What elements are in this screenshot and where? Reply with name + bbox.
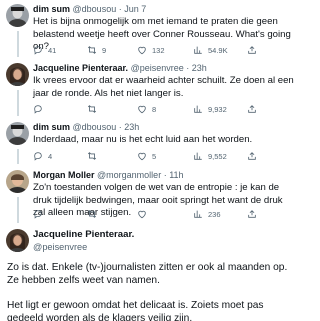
like-button[interactable] (137, 209, 193, 219)
separator-dot: · (118, 122, 122, 132)
share-icon (248, 210, 256, 218)
share-icon (248, 105, 256, 113)
reply-button[interactable] (33, 104, 87, 114)
like-count: 8 (152, 104, 157, 114)
like-icon (138, 46, 146, 55)
share-icon (248, 152, 256, 160)
retweet-button[interactable] (87, 104, 137, 114)
user-handle[interactable]: @dbousou (73, 122, 117, 132)
like-icon (138, 152, 146, 161)
views-icon (194, 105, 202, 113)
like-button[interactable]: 5 (137, 151, 193, 161)
thread-line (17, 90, 19, 116)
main-tweet-text: Zo is dat. Enkele (tv-)journalisten zitt… (7, 261, 292, 321)
like-button[interactable]: 132 (137, 45, 193, 55)
display-name[interactable]: dim sum (33, 122, 70, 132)
reply-button[interactable] (33, 209, 87, 219)
user-handle[interactable]: @morganmoller (97, 170, 161, 180)
views-count: 54.9K (208, 45, 228, 55)
reply-icon (34, 210, 42, 219)
separator-dot: · (118, 4, 122, 14)
retweet-icon (87, 105, 97, 113)
share-button[interactable] (247, 45, 262, 55)
share-button[interactable] (247, 151, 262, 161)
reply-icon (34, 152, 42, 161)
retweet-count: 9 (102, 45, 107, 55)
thread-line (17, 149, 19, 164)
tweet-header: Jacqueline Pienteraar. @peisenvree · 23h (33, 63, 294, 74)
separator-dot: · (186, 63, 190, 73)
views-button[interactable]: 54.9K (193, 45, 247, 55)
views-icon (194, 46, 202, 54)
tweet-header: dim sum @dbousou · Jun 7 (33, 4, 294, 15)
retweet-button[interactable] (87, 151, 137, 161)
action-bar: 41 9 132 54.9K (33, 44, 262, 56)
views-count: 9,932 (208, 104, 227, 114)
main-tweet: Jacqueline Pienteraar. @peisenvree Zo is… (0, 229, 300, 321)
like-icon (138, 210, 146, 219)
action-bar: 236 (33, 208, 262, 220)
avatar[interactable] (6, 4, 29, 27)
retweet-button[interactable]: 9 (87, 45, 137, 55)
thread-line (17, 31, 19, 57)
share-icon (248, 46, 256, 54)
separator-dot: · (163, 170, 167, 180)
avatar[interactable] (6, 122, 29, 145)
timestamp[interactable]: 11h (169, 170, 183, 180)
display-name[interactable]: Morgan Moller (33, 170, 95, 180)
like-count: 132 (152, 45, 165, 55)
user-handle[interactable]: @peisenvree (131, 63, 184, 73)
timestamp[interactable]: 23h (192, 63, 207, 73)
display-name[interactable]: Jacqueline Pienteraar. (33, 229, 134, 241)
avatar[interactable] (6, 63, 29, 86)
user-handle[interactable]: @peisenvree (33, 241, 134, 253)
views-icon (194, 152, 202, 160)
reply-icon (34, 46, 42, 55)
reply-icon (34, 105, 42, 114)
tweet-header: dim sum @dbousou · 23h (33, 122, 294, 133)
views-button[interactable]: 9,552 (193, 151, 247, 161)
like-icon (138, 105, 146, 114)
main-tweet-paragraph-1: Zo is dat. Enkele (tv-)journalisten zitt… (7, 262, 288, 287)
views-button[interactable]: 9,932 (193, 104, 247, 114)
user-handle[interactable]: @dbousou (73, 4, 117, 14)
reply-button[interactable]: 41 (33, 45, 87, 55)
avatar[interactable] (6, 170, 29, 193)
timestamp[interactable]: 23h (124, 122, 139, 132)
timestamp[interactable]: Jun 7 (124, 4, 146, 14)
retweet-icon (87, 46, 97, 54)
display-name[interactable]: Jacqueline Pienteraar. (33, 63, 128, 73)
reply-count: 41 (48, 45, 57, 55)
retweet-icon (87, 210, 97, 218)
like-button[interactable]: 8 (137, 104, 193, 114)
share-button[interactable] (247, 209, 262, 219)
views-count: 9,552 (208, 151, 227, 161)
tweet-text: Ik vrees ervoor dat er waarheid achter s… (33, 75, 294, 99)
tweet-header: Morgan Moller @morganmoller · 11h (33, 170, 294, 181)
reply-count: 4 (48, 151, 53, 161)
like-count: 5 (152, 151, 157, 161)
tweet-thread: dim sum @dbousou · Jun 7 Het is bijna on… (0, 0, 300, 321)
tweet-text: Inderdaad, maar nu is het echt luid aan … (33, 134, 253, 145)
views-button[interactable]: 236 (193, 209, 247, 219)
avatar[interactable] (6, 229, 29, 252)
views-icon (194, 210, 202, 218)
retweet-button[interactable] (87, 209, 137, 219)
reply-button[interactable]: 4 (33, 151, 87, 161)
views-count: 236 (208, 209, 221, 219)
retweet-icon (87, 152, 97, 160)
thread-line (17, 197, 19, 223)
share-button[interactable] (247, 104, 262, 114)
main-tweet-paragraph-2: Het ligt er gewoon omdat het delicaat is… (7, 299, 264, 321)
action-bar: 8 9,932 (33, 103, 262, 115)
display-name[interactable]: dim sum (33, 4, 70, 14)
main-tweet-header: Jacqueline Pienteraar. @peisenvree (33, 229, 134, 253)
action-bar: 4 5 9,552 (33, 150, 262, 162)
